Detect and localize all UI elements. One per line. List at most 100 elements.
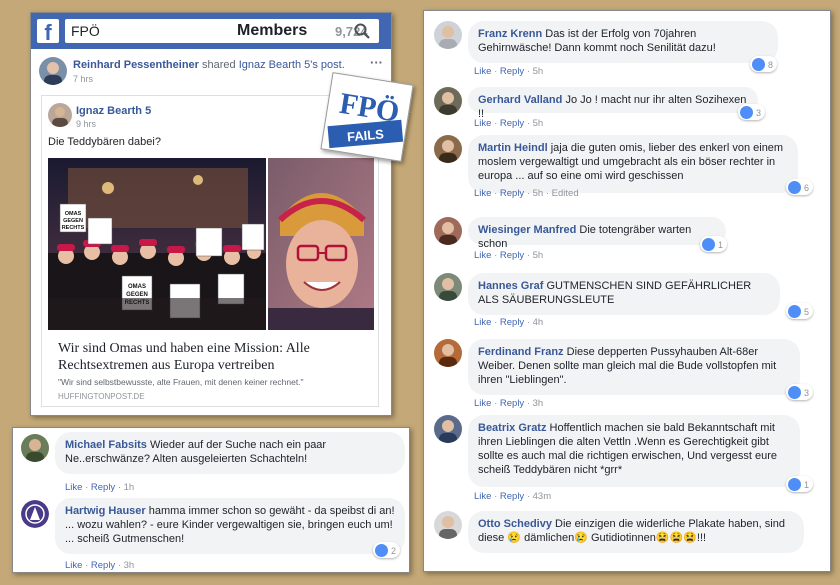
- reply-link[interactable]: Reply: [500, 398, 524, 409]
- reply-link[interactable]: Reply: [500, 250, 524, 261]
- commenter-avatar[interactable]: [434, 87, 462, 115]
- commenter-name[interactable]: Gerhard Valland: [478, 94, 562, 106]
- sharer-name[interactable]: Reinhard Pessentheiner: [73, 59, 199, 71]
- commenter-name[interactable]: Ferdinand Franz: [478, 346, 564, 358]
- commenter-avatar[interactable]: [434, 273, 462, 301]
- reaction-count[interactable]: 5: [786, 303, 814, 319]
- reply-link[interactable]: Reply: [500, 118, 524, 129]
- left-comments-panel: Michael Fabsits Wieder auf der Suche nac…: [12, 427, 410, 573]
- sign-text-4: OMAS: [128, 284, 146, 290]
- commenter-avatar[interactable]: [434, 21, 462, 49]
- author-name[interactable]: Ignaz Bearth 5: [76, 105, 151, 117]
- like-reaction-icon: [788, 181, 801, 194]
- reply-link[interactable]: Reply: [500, 188, 524, 199]
- reaction-count[interactable]: 3: [786, 384, 814, 400]
- comment-time[interactable]: 5h: [533, 118, 544, 129]
- sharer-avatar[interactable]: [39, 57, 67, 85]
- comment-time[interactable]: 5h: [533, 188, 544, 199]
- reply-link[interactable]: Reply: [500, 491, 524, 502]
- like-link[interactable]: Like: [474, 398, 491, 409]
- comment-time[interactable]: 5h: [533, 66, 544, 77]
- protest-photo-image: OMAS GEGEN RECHTS OMAS GEGEN RECHTS: [48, 158, 374, 330]
- comment-bubble: Martin Heindl jaja die guten omis, liebe…: [468, 135, 798, 193]
- comment-bubble: Gerhard Valland Jo Jo ! macht nur ihr al…: [468, 87, 758, 120]
- like-link[interactable]: Like: [474, 250, 491, 261]
- comment-time[interactable]: 5h: [533, 250, 544, 261]
- reaction-count[interactable]: 1: [786, 476, 814, 492]
- commenter-name[interactable]: Michael Fabsits: [65, 439, 147, 451]
- commenter-name[interactable]: Hartwig Hauser: [65, 505, 146, 517]
- like-link[interactable]: Like: [474, 491, 491, 502]
- comment-time[interactable]: 43m: [533, 491, 551, 502]
- commenter-avatar[interactable]: [434, 339, 462, 367]
- post-time[interactable]: 7 hrs: [73, 74, 93, 84]
- reply-link[interactable]: Reply: [500, 317, 524, 328]
- author-post-time[interactable]: 9 hrs: [76, 119, 96, 129]
- commenter-name[interactable]: Beatrix Gratz: [478, 422, 546, 434]
- reaction-count[interactable]: 3: [738, 104, 766, 120]
- commenter-avatar[interactable]: [21, 434, 49, 462]
- commenter-avatar[interactable]: [434, 217, 462, 245]
- like-reaction-icon: [788, 386, 801, 399]
- sign-text-5: GEGEN: [126, 292, 148, 298]
- members-label: Members: [237, 22, 308, 39]
- shared-verb: shared: [202, 59, 236, 71]
- like-link[interactable]: Like: [474, 188, 491, 199]
- comment-actions: Like · Reply · 5h · Edited: [474, 188, 579, 199]
- like-link[interactable]: Like: [474, 118, 491, 129]
- comment-bubble: Hartwig Hauser hamma immer schon so gewä…: [55, 498, 405, 554]
- search-input[interactable]: FPÖ Members 9,724: [65, 19, 379, 43]
- comment-actions: Like · Reply · 3h: [474, 398, 544, 409]
- comment-actions: Like · Reply · 4h: [474, 317, 544, 328]
- comment-bubble: Ferdinand Franz Diese depperten Pussyhau…: [468, 339, 800, 395]
- like-link[interactable]: Like: [474, 66, 491, 77]
- like-reaction-icon: [752, 58, 765, 71]
- commenter-name[interactable]: Martin Heindl: [478, 142, 548, 154]
- comment-time[interactable]: 1h: [124, 482, 135, 493]
- reaction-count[interactable]: 2: [373, 542, 401, 558]
- comment-time[interactable]: 3h: [533, 398, 544, 409]
- like-reaction-icon: [788, 478, 801, 491]
- facebook-logo-icon[interactable]: f: [37, 19, 59, 43]
- comment-time[interactable]: 3h: [124, 560, 135, 571]
- post-photo[interactable]: OMAS GEGEN RECHTS OMAS GEGEN RECHTS: [48, 158, 374, 330]
- like-link[interactable]: Like: [65, 482, 82, 493]
- facebook-header: f FPÖ Members 9,724: [31, 13, 391, 49]
- like-reaction-icon: [740, 106, 753, 119]
- comment-bubble: Franz Krenn Das ist der Erfolg von 70jah…: [468, 21, 778, 63]
- like-link[interactable]: Like: [65, 560, 82, 571]
- commenter-avatar[interactable]: [434, 415, 462, 443]
- comment-actions: Like · Reply · 5h: [474, 118, 544, 129]
- post-options-icon[interactable]: ···: [370, 55, 383, 70]
- edited-label[interactable]: Edited: [552, 188, 579, 199]
- commenter-name[interactable]: Franz Krenn: [478, 28, 542, 40]
- like-link[interactable]: Like: [474, 317, 491, 328]
- shared-post-link[interactable]: Ignaz Bearth 5's post.: [239, 59, 345, 71]
- commenter-avatar[interactable]: [21, 500, 49, 528]
- author-avatar[interactable]: [48, 103, 72, 127]
- fpo-fails-logo: FPÖ FAILS: [320, 72, 414, 162]
- reply-link[interactable]: Reply: [500, 66, 524, 77]
- comment-actions: Like · Reply · 5h: [474, 250, 544, 261]
- post-text: Die Teddybären dabei?: [48, 136, 161, 148]
- comment-bubble: Wiesinger Manfred Die totengräber warten…: [468, 217, 726, 250]
- commenter-name[interactable]: Otto Schedivy: [478, 518, 552, 530]
- commenter-name[interactable]: Wiesinger Manfred: [478, 224, 576, 236]
- comment-time[interactable]: 4h: [533, 317, 544, 328]
- reaction-count[interactable]: 6: [786, 179, 814, 195]
- reply-link[interactable]: Reply: [91, 560, 115, 571]
- right-comments-panel: Franz Krenn Das ist der Erfolg von 70jah…: [423, 10, 831, 572]
- comment-bubble: Hannes Graf GUTMENSCHEN SIND GEFÄHRLICHE…: [468, 273, 780, 315]
- reaction-count[interactable]: 8: [750, 56, 778, 72]
- search-icon[interactable]: [353, 22, 371, 40]
- link-title[interactable]: Wir sind Omas und haben eine Mission: Al…: [58, 340, 364, 374]
- link-source: HUFFINGTONPOST.DE: [58, 392, 145, 401]
- comment-bubble: Michael Fabsits Wieder auf der Suche nac…: [55, 432, 405, 474]
- reply-link[interactable]: Reply: [91, 482, 115, 493]
- commenter-avatar[interactable]: [434, 135, 462, 163]
- reaction-count[interactable]: 1: [700, 236, 728, 252]
- sharer-line: Reinhard Pessentheiner shared Ignaz Bear…: [73, 59, 345, 71]
- commenter-avatar[interactable]: [434, 511, 462, 539]
- comment-bubble: Beatrix Gratz Hoffentlich machen sie bal…: [468, 415, 800, 487]
- commenter-name[interactable]: Hannes Graf: [478, 280, 543, 292]
